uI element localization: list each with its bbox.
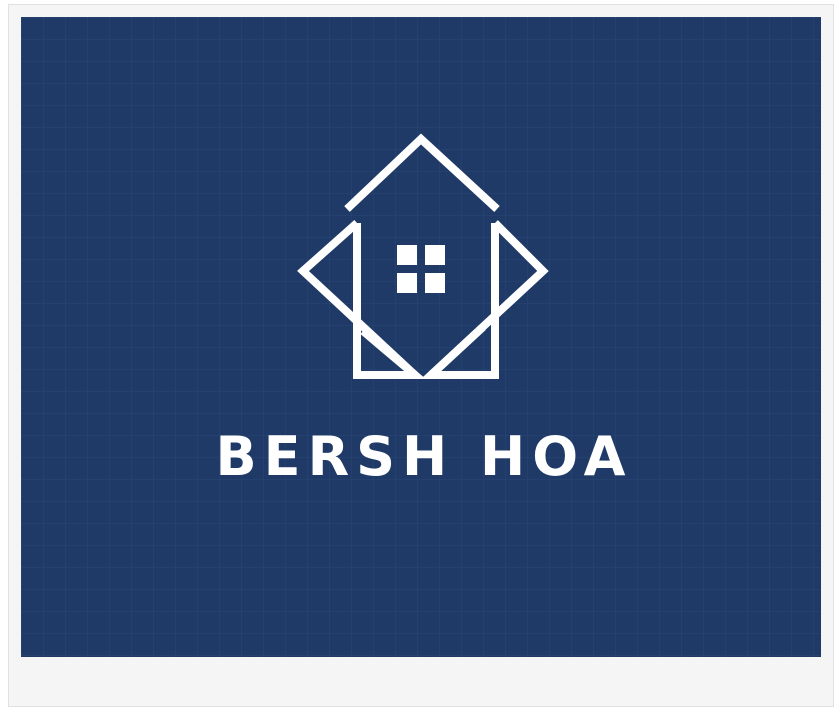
- logo-canvas: [21, 17, 821, 657]
- blueprint-grid: [21, 17, 821, 657]
- logo-image: BERSH HOA: [21, 17, 821, 657]
- brand-name: BERSH HOA: [215, 425, 633, 488]
